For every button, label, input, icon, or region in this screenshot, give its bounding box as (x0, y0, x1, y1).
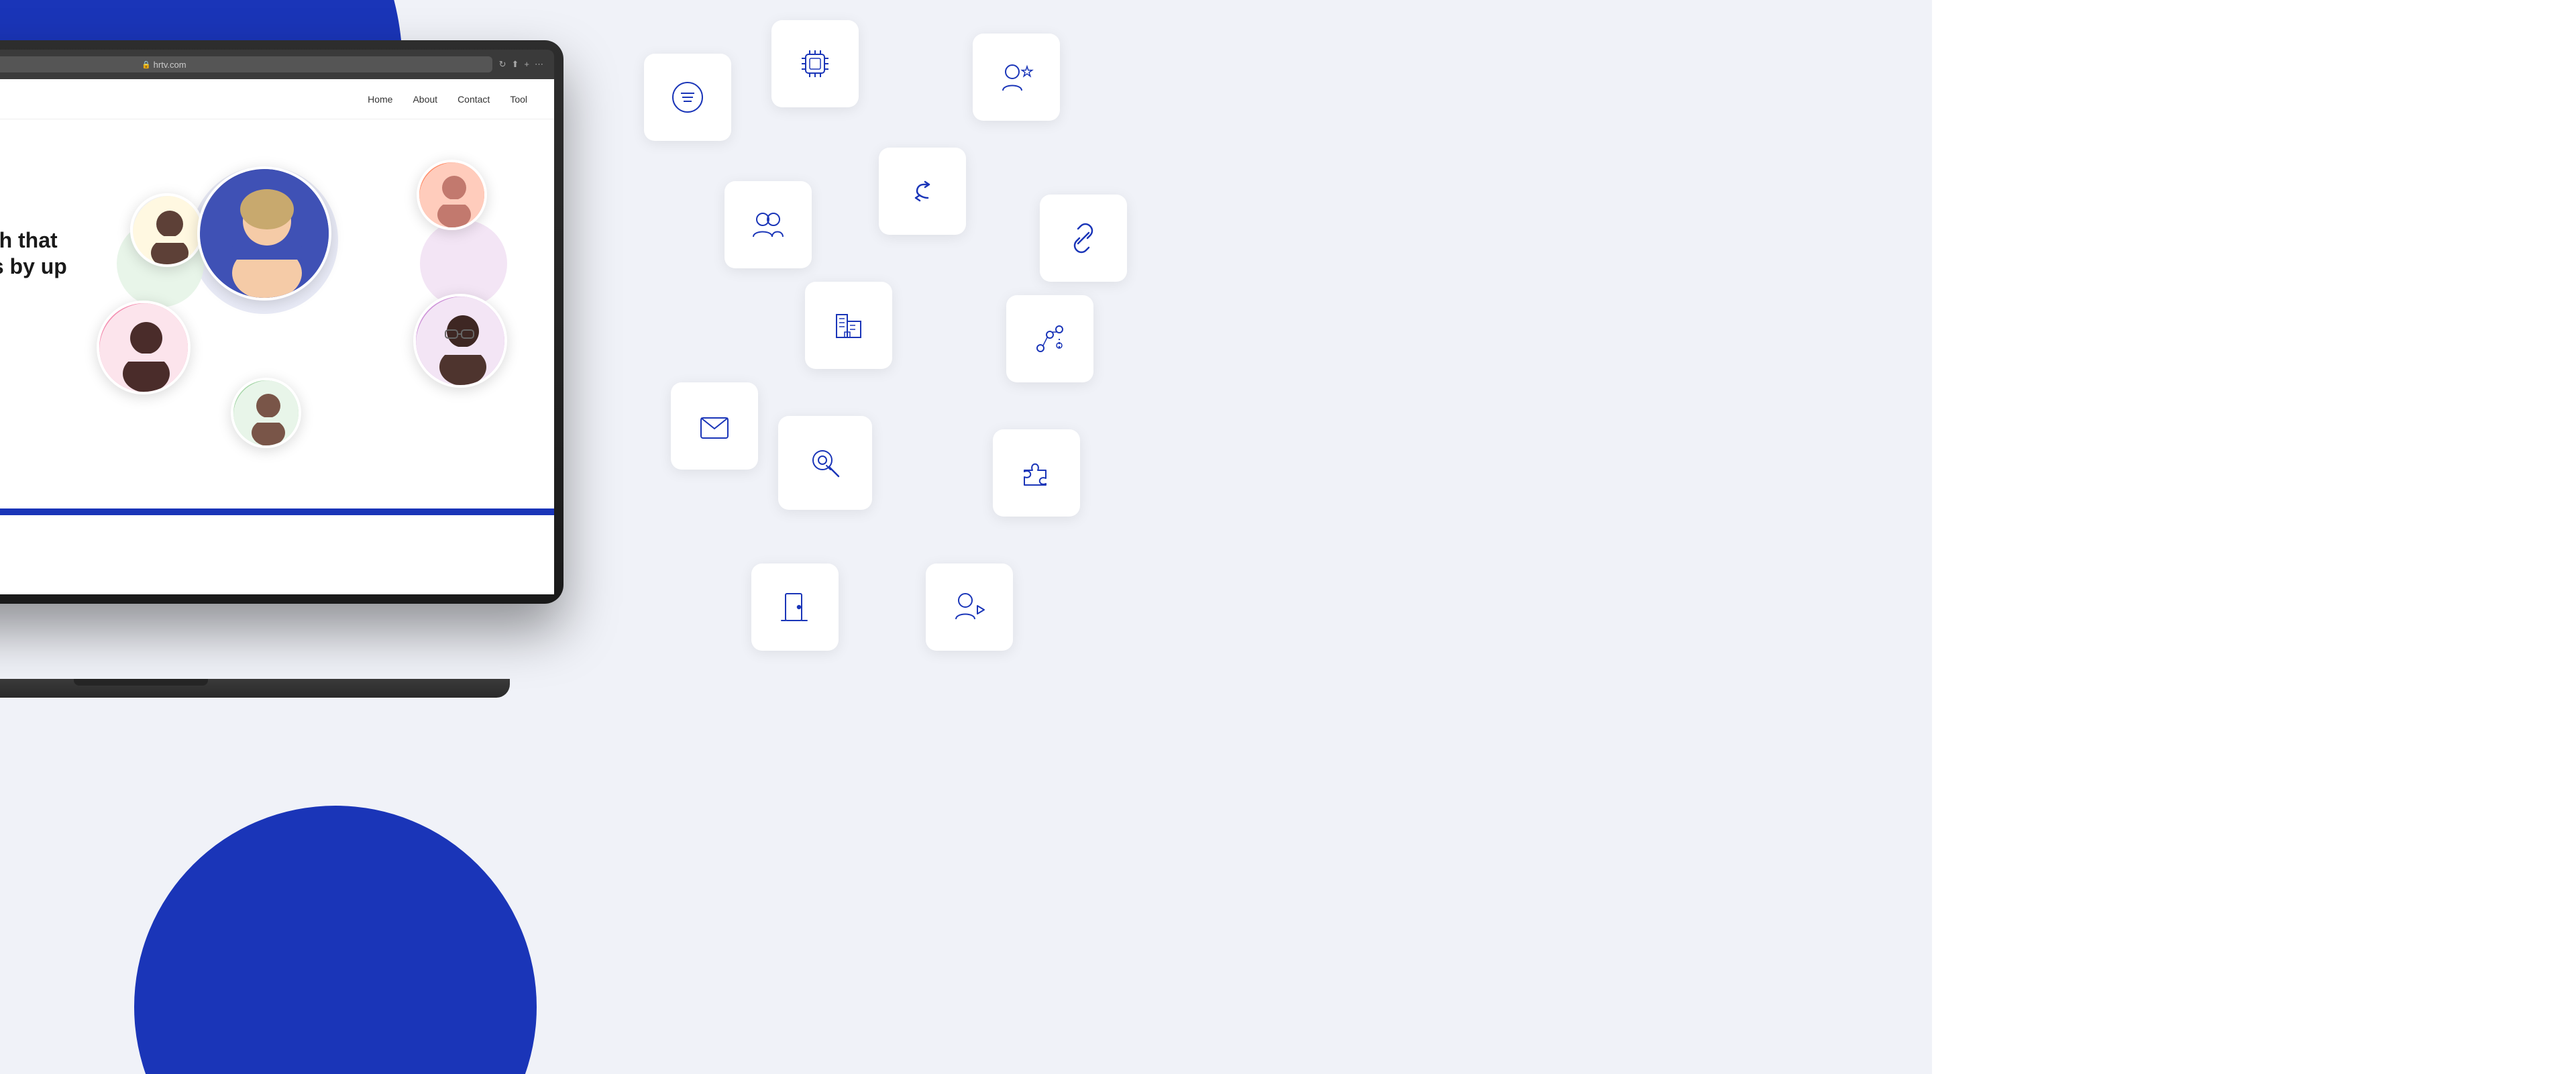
avatar-5 (413, 294, 507, 388)
page-wrapper: ◁ ▷ ⊞ 🔒 hrtv.com ↻ ⬆ + ⋯ (0, 0, 1932, 1074)
star-user-icon-card (973, 34, 1060, 121)
search-target-icon (806, 444, 844, 482)
browser-content: HRTV Home About Contact Tool Persona dri… (0, 79, 554, 594)
building-icon (830, 307, 867, 344)
address-bar[interactable]: 🔒 hrtv.com (0, 56, 492, 72)
email-icon-card (671, 382, 758, 470)
url-text: hrtv.com (154, 60, 186, 70)
nav-about[interactable]: About (413, 94, 437, 105)
chip-icon-card (771, 20, 859, 107)
filter-icon-card (644, 54, 731, 141)
email-icon (696, 407, 733, 445)
user-play-icon (951, 588, 988, 626)
laptop-notch (74, 679, 208, 686)
ssl-icon: 🔒 (142, 60, 151, 69)
user-play-icon-card (926, 563, 1013, 651)
puzzle-icon (1018, 454, 1055, 492)
site-footer-bar (0, 508, 554, 515)
hero-heading: Persona driven approach that outperforms… (0, 227, 76, 305)
nav-home[interactable]: Home (368, 94, 392, 105)
avatar-2 (197, 166, 331, 301)
nav-contact[interactable]: Contact (458, 94, 490, 105)
avatar-1 (130, 193, 204, 267)
avatar-6 (231, 378, 301, 448)
share-icon[interactable]: ⬆ (512, 59, 519, 70)
star-user-icon (998, 58, 1035, 96)
menu-icon[interactable]: ⋯ (535, 59, 543, 70)
avatar-3 (417, 160, 487, 230)
refresh-link-icon (904, 172, 941, 210)
new-tab-icon[interactable]: + (524, 59, 529, 70)
laptop-body: ◁ ▷ ⊞ 🔒 hrtv.com ↻ ⬆ + ⋯ (0, 40, 564, 604)
hero-left: Persona driven approach that outperforms… (0, 227, 76, 400)
team-icon-card (724, 181, 812, 268)
nav-tool[interactable]: Tool (510, 94, 527, 105)
bg-shape-left-bottom (134, 806, 537, 1074)
team-icon (749, 206, 787, 244)
door-icon-card (751, 563, 839, 651)
link-icon-card (1040, 195, 1127, 282)
link-icon (1065, 219, 1102, 257)
hero-buttons: Learn More Check out Aspirio ↗ (0, 374, 76, 400)
refresh-link-icon-card (879, 148, 966, 235)
filter-icon (669, 78, 706, 116)
browser-action-icons: ↻ ⬆ + ⋯ (499, 59, 543, 70)
laptop-container: ◁ ▷ ⊞ 🔒 hrtv.com ↻ ⬆ + ⋯ (0, 40, 604, 698)
hero-desc: Located between Business and HR strategy… (0, 315, 9, 355)
refresh-icon[interactable]: ↻ (499, 59, 506, 70)
hero-avatars (76, 153, 527, 475)
strategy-icon-card (1006, 295, 1093, 382)
strategy-icon (1031, 320, 1069, 358)
site-nav: HRTV Home About Contact Tool (0, 79, 554, 119)
building-icon-card (805, 282, 892, 369)
browser-chrome: ◁ ▷ ⊞ 🔒 hrtv.com ↻ ⬆ + ⋯ (0, 50, 554, 79)
puzzle-icon-card (993, 429, 1080, 517)
chip-icon (796, 45, 834, 83)
avatar-4 (97, 301, 191, 394)
door-icon (776, 588, 814, 626)
site-hero: Persona driven approach that outperforms… (0, 119, 554, 508)
site-nav-links: Home About Contact Tool (368, 94, 527, 105)
laptop-base (0, 679, 510, 698)
search-target-icon-card (778, 416, 872, 510)
